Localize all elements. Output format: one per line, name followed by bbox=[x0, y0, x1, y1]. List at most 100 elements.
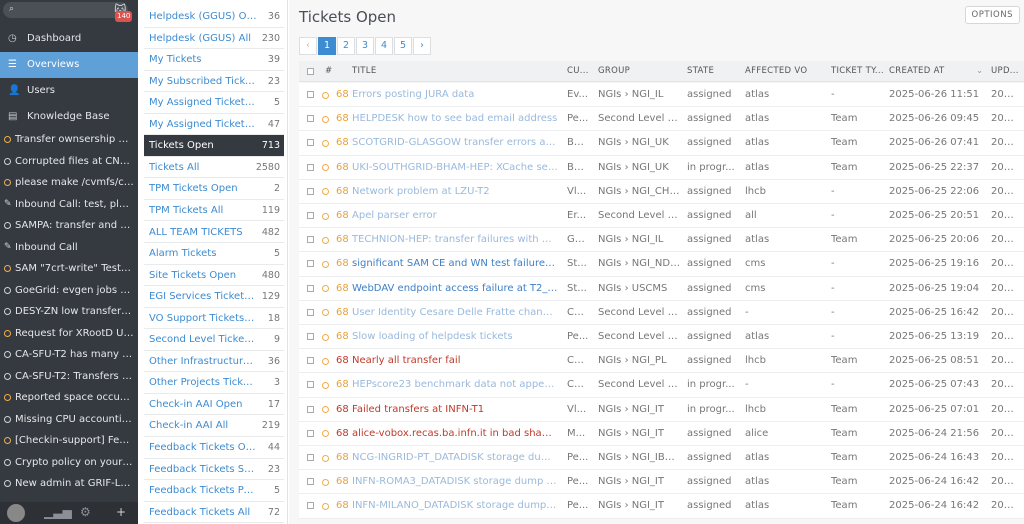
overview-item[interactable]: My Subscribed Tickets 23 bbox=[144, 71, 284, 93]
ticket-title-link[interactable]: User Identity Cesare Delle Fratte change… bbox=[352, 301, 558, 325]
column-header-customer[interactable]: CU... bbox=[567, 61, 589, 82]
ticket-title-link[interactable]: Nearly all transfer fail bbox=[352, 349, 558, 373]
row-checkbox[interactable] bbox=[307, 357, 314, 365]
nav-item-dashboard[interactable]: ◷ Dashboard bbox=[0, 26, 138, 52]
table-row[interactable]: 68 significant SAM CE and WN test failure… bbox=[299, 252, 1024, 277]
table-row[interactable]: 68 Failed transfers at INFN-T1 Vl... NGIs ›… bbox=[299, 397, 1024, 422]
recent-ticket-item[interactable]: SAM "7crt-write" Test Fai... bbox=[0, 258, 138, 279]
column-header-affected-vo[interactable]: AFFECTED VO bbox=[745, 61, 807, 82]
row-checkbox[interactable] bbox=[307, 478, 314, 486]
recent-ticket-item[interactable]: CA-SFU-T2 has many tra... bbox=[0, 344, 138, 365]
column-header-number[interactable]: # bbox=[325, 61, 332, 82]
table-row[interactable]: 68UKI-SOUTHGRID-BHAM-HEP: XCache server … bbox=[299, 155, 1024, 180]
row-checkbox[interactable] bbox=[307, 454, 314, 461]
overview-item[interactable]: Other Infrastructures T... 36 bbox=[144, 351, 284, 373]
overview-item[interactable]: Feedback Tickets Solved 23 bbox=[144, 459, 284, 481]
gear-icon[interactable]: ⚙ bbox=[80, 505, 91, 519]
table-row[interactable]: 68NCG-INGRID-PT_DATADISK storage dump mi… bbox=[299, 446, 1024, 471]
column-header-state[interactable]: STATE bbox=[687, 61, 714, 82]
ticket-title-link[interactable]: INFN-MILANO_DATADISK storage dump missi.… bbox=[352, 494, 558, 518]
ticket-title-link[interactable]: WebDAV endpoint access failure at T2_US_… bbox=[352, 277, 558, 301]
table-row[interactable]: 68 Slow loading of helpdesk tickets Pe... S… bbox=[299, 325, 1024, 350]
row-checkbox[interactable] bbox=[307, 429, 314, 437]
search-input[interactable]: ⌕ bbox=[3, 2, 128, 18]
ticket-title-link[interactable]: UKI-SOUTHGRID-BHAM-HEP: XCache server u.… bbox=[352, 156, 558, 180]
plus-icon[interactable]: + bbox=[116, 505, 126, 519]
column-header-updated[interactable]: UPD... bbox=[991, 61, 1019, 82]
column-header-group[interactable]: GROUP bbox=[598, 61, 630, 82]
column-header-created-at[interactable]: CREATED AT bbox=[889, 61, 945, 82]
overview-item[interactable]: Tickets All 2580 bbox=[144, 157, 284, 179]
row-checkbox[interactable] bbox=[307, 405, 314, 413]
recent-ticket-item[interactable]: [Checkin-support] Feder... bbox=[0, 430, 138, 451]
row-checkbox[interactable] bbox=[307, 212, 314, 219]
nav-item-knowledge-base[interactable]: ▤ Knowledge Base bbox=[0, 104, 138, 130]
column-header-ticket-type[interactable]: TICKET TY... bbox=[831, 61, 884, 82]
recent-ticket-item[interactable]: GoeGrid: evgen jobs kill... bbox=[0, 280, 138, 301]
pager-page-button[interactable]: 4 bbox=[375, 37, 393, 55]
pager-prev-button[interactable]: ‹ bbox=[299, 37, 317, 55]
table-row[interactable]: 68INFN-MILANO_DATADISK storage dump miss… bbox=[299, 494, 1024, 519]
overview-item[interactable]: Feedback Tickets All 72 bbox=[144, 502, 284, 524]
overview-item[interactable]: Check-in AAI All 219 bbox=[144, 415, 284, 437]
recent-ticket-item[interactable]: New admin at GRIF-LPN... bbox=[0, 473, 138, 494]
nav-item-users[interactable]: 👤 Users bbox=[0, 78, 138, 104]
recent-ticket-item[interactable]: Missing CPU accounting ... bbox=[0, 409, 138, 430]
pager-next-button[interactable]: › bbox=[413, 37, 431, 55]
table-row[interactable]: 68 Apel parser error Er... Second Level › .… bbox=[299, 204, 1024, 229]
table-row[interactable]: 68SCOTGRID-GLASGOW transfer errors as a … bbox=[299, 131, 1024, 156]
ticket-title-link[interactable]: Errors posting JURA data bbox=[352, 83, 558, 107]
table-row[interactable]: 68 TECHNION-HEP: transfer failures with S… bbox=[299, 228, 1024, 253]
overview-item[interactable]: My Assigned Tickets Open 5 bbox=[144, 92, 284, 114]
overview-item[interactable]: Helpdesk (GGUS) Open 36 bbox=[144, 6, 284, 28]
overview-item[interactable]: ALL TEAM TICKETS 482 bbox=[144, 222, 284, 243]
row-checkbox[interactable] bbox=[307, 187, 314, 195]
recent-ticket-item[interactable]: ✎ Inbound Call bbox=[0, 237, 138, 258]
overview-item[interactable]: Check-in AAI Open 17 bbox=[144, 394, 284, 416]
overview-item[interactable]: Helpdesk (GGUS) All 230 bbox=[144, 28, 284, 50]
table-row[interactable]: 68 User Identity Cesare Delle Fratte chan… bbox=[299, 300, 1024, 325]
table-row[interactable]: 68 Errors posting JURA data Ev... NGIs › NG… bbox=[299, 83, 1024, 108]
recent-ticket-item[interactable]: Reported space occupa... bbox=[0, 387, 138, 408]
overview-item[interactable]: My Tickets 39 bbox=[144, 49, 284, 71]
row-checkbox[interactable] bbox=[307, 91, 314, 98]
recent-ticket-item[interactable]: please make /cvmfs/cm... bbox=[0, 172, 138, 193]
overview-item[interactable]: Tickets Open 713 bbox=[144, 135, 284, 157]
recent-ticket-item[interactable]: ✎ Inbound Call: test, pleas... bbox=[0, 194, 138, 215]
recent-ticket-item[interactable]: DESY-ZN low transfer an... bbox=[0, 301, 138, 322]
recent-ticket-item[interactable]: CA-SFU-T2: Transfers fro... bbox=[0, 366, 138, 387]
row-checkbox[interactable] bbox=[307, 381, 314, 389]
row-checkbox[interactable] bbox=[307, 139, 314, 147]
overview-item[interactable]: TPM Tickets All 119 bbox=[144, 200, 284, 222]
overview-item[interactable]: EGI Services Tickets O... 129 bbox=[144, 286, 284, 308]
ticket-title-link[interactable]: HEPscore23 benchmark data not appearing … bbox=[352, 373, 558, 397]
ticket-title-link[interactable]: TECHNION-HEP: transfer failures with SSL… bbox=[352, 228, 558, 252]
select-all-checkbox[interactable] bbox=[307, 68, 314, 75]
ticket-title-link[interactable]: HELPDESK how to see bad email address bbox=[352, 107, 558, 131]
row-checkbox[interactable] bbox=[307, 308, 314, 316]
overview-item[interactable]: Other Projects Tickets O... 3 bbox=[144, 372, 284, 394]
ticket-title-link[interactable]: NCG-INGRID-PT_DATADISK storage dump miss… bbox=[352, 446, 558, 470]
stats-icon[interactable]: ▁▃▅ bbox=[44, 505, 72, 519]
pager-page-button[interactable]: 1 bbox=[318, 37, 336, 55]
pager-page-button[interactable]: 5 bbox=[394, 37, 412, 55]
table-row[interactable]: 68HEPscore23 benchmark data not appearin… bbox=[299, 373, 1024, 398]
recent-ticket-item[interactable]: SAMPA: transfer and del... bbox=[0, 215, 138, 236]
ticket-title-link[interactable]: Failed transfers at INFN-T1 bbox=[352, 398, 558, 422]
row-checkbox[interactable] bbox=[307, 115, 314, 123]
table-row[interactable]: 68INFN-ROMA3_DATADISK storage dump missi… bbox=[299, 470, 1024, 495]
ticket-title-link[interactable]: significant SAM CE and WN test failures … bbox=[352, 252, 558, 276]
overview-item[interactable]: Second Level Tickets Op... 9 bbox=[144, 329, 284, 351]
row-checkbox[interactable] bbox=[307, 260, 314, 268]
overview-item[interactable]: VO Support Tickets Open 18 bbox=[144, 308, 284, 330]
column-header-title[interactable]: TITLE bbox=[352, 61, 377, 82]
ticket-title-link[interactable]: Network problem at LZU-T2 bbox=[352, 180, 558, 204]
row-checkbox[interactable] bbox=[307, 502, 314, 510]
recent-ticket-item[interactable]: Crypto policy on your st... bbox=[0, 452, 138, 473]
ticket-title-link[interactable]: Apel parser error bbox=[352, 204, 558, 228]
row-checkbox[interactable] bbox=[307, 236, 314, 244]
recent-ticket-item[interactable]: Request for XRootD Upg... bbox=[0, 323, 138, 344]
overview-item[interactable]: Feedback Tickets Postp... 5 bbox=[144, 480, 284, 502]
overview-item[interactable]: TPM Tickets Open 2 bbox=[144, 178, 284, 200]
table-row[interactable]: 68 alice-vobox.recas.ba.infn.it in bad sh… bbox=[299, 421, 1024, 446]
